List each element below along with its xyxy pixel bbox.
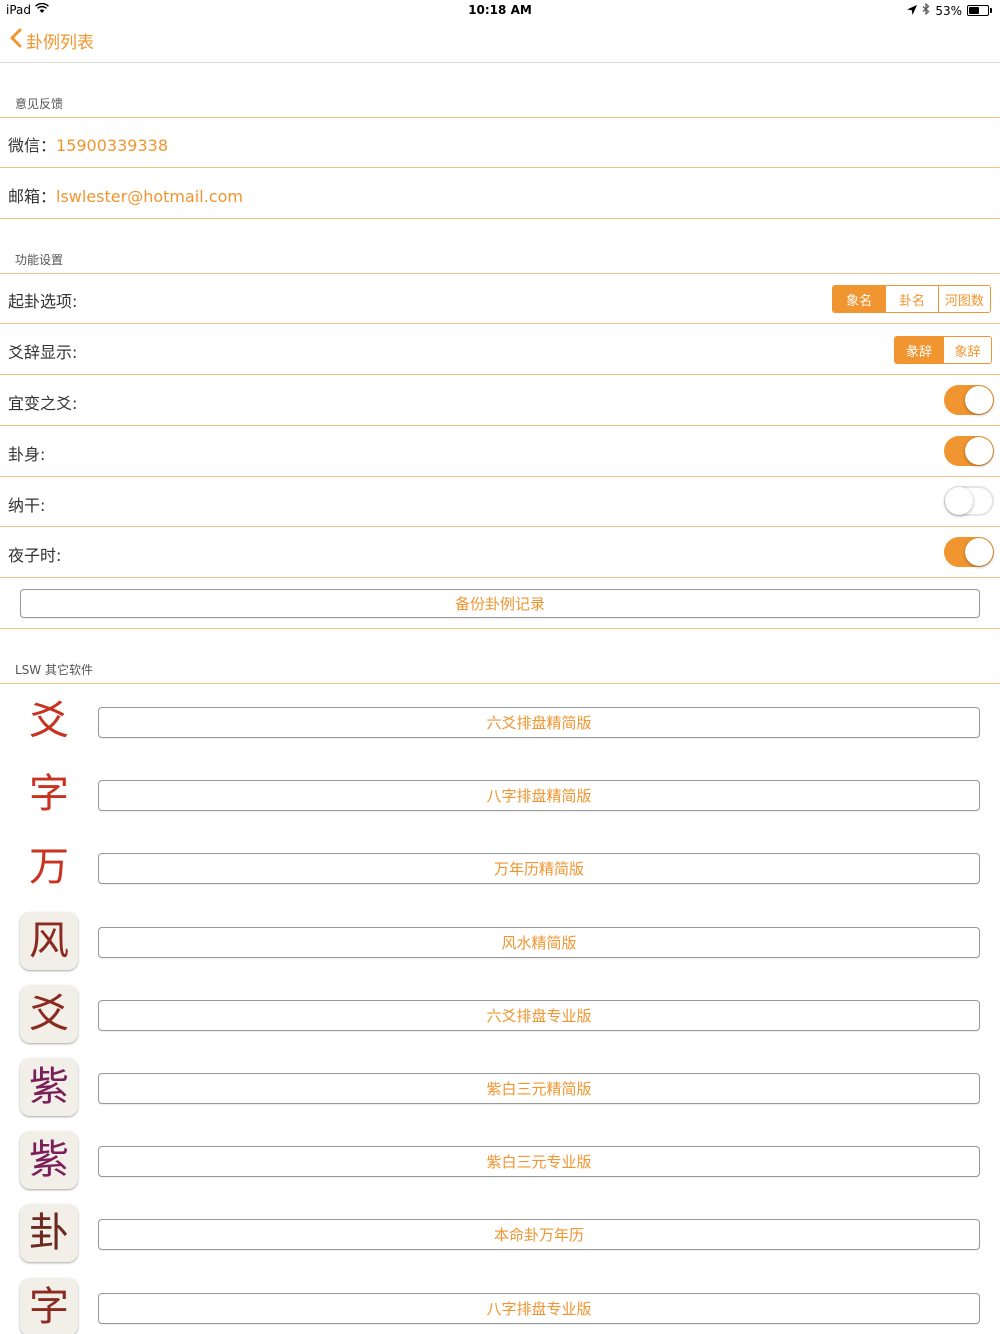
segment-option[interactable]: 彖辞	[895, 337, 943, 363]
icon-glyph: 字	[29, 1284, 69, 1330]
divider	[0, 117, 1000, 118]
app-button[interactable]: 本命卦万年历	[98, 1219, 980, 1250]
app-icon[interactable]: 爻	[20, 692, 78, 750]
app-icon[interactable]: 字	[20, 1278, 78, 1334]
divider	[0, 683, 1000, 684]
divider	[0, 374, 1000, 375]
app-button[interactable]: 风水精简版	[98, 927, 980, 958]
divider	[0, 628, 1000, 629]
app-button[interactable]: 八字排盘专业版	[98, 1293, 980, 1324]
icon-glyph: 卦	[29, 1210, 69, 1256]
status-bar: iPad 10:18 AM 53%	[0, 0, 1000, 20]
segment-option[interactable]: 象名	[833, 286, 886, 312]
divider	[0, 425, 1000, 426]
chevron-left-icon	[10, 28, 22, 53]
toggle-knob	[945, 487, 973, 515]
app-icon[interactable]: 卦	[20, 1204, 78, 1262]
app-button[interactable]: 六爻排盘精简版	[98, 707, 980, 738]
segment-option[interactable]: 卦名	[885, 286, 938, 312]
divider	[0, 273, 1000, 274]
battery-percent: 53%	[935, 3, 962, 18]
yaoci-label: 爻辞显示:	[8, 343, 78, 362]
battery-icon	[967, 5, 989, 16]
segment-option[interactable]: 象辞	[942, 337, 991, 363]
app-button[interactable]: 六爻排盘专业版	[98, 1000, 980, 1031]
icon-glyph: 爻	[29, 698, 69, 744]
app-button[interactable]: 紫白三元专业版	[98, 1146, 980, 1177]
segment-option[interactable]: 河图数	[937, 286, 990, 312]
nagan-label: 纳干:	[8, 496, 46, 515]
wechat-label: 微信：	[8, 136, 57, 155]
app-icon[interactable]: 紫	[20, 1131, 78, 1189]
battery-cap	[990, 8, 992, 13]
guashen-label: 卦身:	[8, 445, 46, 464]
app-button[interactable]: 紫白三元精简版	[98, 1073, 980, 1104]
yibian-toggle[interactable]	[944, 385, 994, 415]
toggle-knob	[965, 437, 993, 465]
location-arrow-icon	[907, 4, 918, 18]
divider	[0, 476, 1000, 477]
email-value[interactable]: lswlester@hotmail.com	[56, 187, 243, 206]
guashen-toggle[interactable]	[944, 436, 994, 466]
icon-glyph: 紫	[29, 1137, 69, 1183]
app-button[interactable]: 八字排盘精简版	[98, 780, 980, 811]
toggle-knob	[965, 538, 993, 566]
app-icon[interactable]: 紫	[20, 1058, 78, 1116]
icon-glyph: 紫	[29, 1064, 69, 1110]
divider	[0, 577, 1000, 578]
divider	[0, 167, 1000, 168]
battery-level	[969, 7, 979, 14]
back-label: 卦例列表	[26, 33, 94, 53]
nagan-toggle[interactable]	[944, 486, 994, 516]
yibian-label: 宜变之爻:	[8, 394, 78, 413]
yezishi-toggle[interactable]	[944, 537, 994, 567]
status-time: 10:18 AM	[468, 3, 532, 17]
qigua-segmented-control: 象名 卦名 河图数	[832, 285, 991, 313]
app-icon[interactable]: 字	[20, 765, 78, 823]
section-header-feedback: 意见反馈	[15, 97, 64, 111]
divider	[0, 323, 1000, 324]
wechat-row: 微信：15900339338	[8, 132, 168, 156]
section-header-other-apps: LSW 其它软件	[15, 663, 93, 677]
divider	[0, 218, 1000, 219]
wechat-value[interactable]: 15900339338	[56, 136, 168, 155]
backup-button[interactable]: 备份卦例记录	[20, 589, 980, 618]
section-header-settings: 功能设置	[15, 253, 64, 267]
icon-glyph: 爻	[29, 991, 69, 1037]
app-icon[interactable]: 风	[20, 912, 78, 970]
toggle-knob	[965, 386, 993, 414]
yaoci-segmented-control: 彖辞 象辞	[894, 336, 992, 364]
bluetooth-icon	[922, 2, 930, 18]
icon-glyph: 万	[29, 844, 69, 890]
app-icon[interactable]: 爻	[20, 985, 78, 1043]
status-right: 53%	[907, 2, 992, 18]
email-row: 邮箱：lswlester@hotmail.com	[8, 183, 243, 207]
nav-bar: 卦例列表	[0, 20, 1000, 63]
qigua-label: 起卦选项:	[8, 292, 78, 311]
icon-glyph: 字	[29, 771, 69, 817]
icon-glyph: 风	[29, 918, 69, 964]
back-button[interactable]: 卦例列表	[10, 28, 94, 53]
yezishi-label: 夜子时:	[8, 546, 62, 565]
app-button[interactable]: 万年历精简版	[98, 853, 980, 884]
divider	[0, 526, 1000, 527]
app-icon[interactable]: 万	[20, 838, 78, 896]
email-label: 邮箱：	[8, 187, 57, 206]
